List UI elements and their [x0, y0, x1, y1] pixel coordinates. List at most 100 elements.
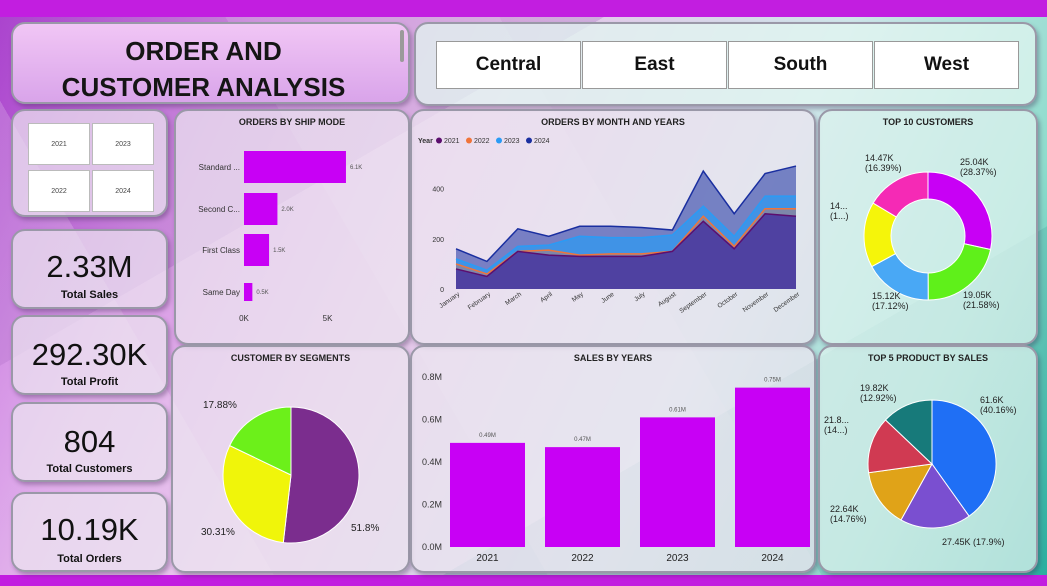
y-tick-label: 0.8M [422, 372, 442, 382]
category-label: Standard ... [199, 163, 240, 172]
kpi-value: 2.33M [46, 249, 133, 284]
x-tick-label: 5K [323, 314, 333, 323]
legend-label: 2024 [534, 138, 550, 145]
legend-title: Year [418, 138, 433, 145]
data-label: 0.47M [574, 437, 591, 443]
kpi-value: 804 [63, 424, 116, 459]
kpi-card-total-orders: 10.19K Total Orders [11, 492, 168, 572]
chart-title: TOP 10 CUSTOMERS [882, 117, 974, 127]
year-button-2024[interactable]: 2024 [92, 170, 154, 212]
chart-title: TOP 5 PRODUCT BY SALES [867, 353, 989, 363]
pie-slice [282, 406, 360, 544]
ship-mode-bar [244, 193, 278, 225]
category-label: Second C... [198, 205, 240, 214]
data-label: 0.61M [669, 407, 686, 413]
year-button-2021[interactable]: 2021 [28, 123, 90, 165]
chart-title: ORDERS BY MONTH AND YEARS [541, 117, 685, 127]
legend-marker [496, 137, 502, 144]
data-label: 0.49M [479, 433, 496, 439]
category-label: First Class [202, 246, 240, 255]
sales-years-panel: SALES BY YEARS 0.0M 0.2M 0.4M 0.6M 0.8M 0.49M… [410, 345, 816, 573]
legend-label: 2022 [474, 138, 490, 145]
data-label: 61.6K (40.16%) [980, 395, 1017, 415]
top10-customers-panel: TOP 10 CUSTOMERS 25.04K (28.37%) 19.05K (21… [818, 109, 1038, 345]
kpi-value: 292.30K [31, 337, 148, 372]
data-label: 1.5K [273, 248, 285, 254]
y-tick-label: 0.2M [422, 500, 442, 510]
top10-customers-chart: 25.04K (28.37%)19.05K (21.58%)15.12K (17.12… [830, 153, 1000, 311]
x-tick-label: May [571, 290, 586, 303]
top5-products-chart: 61.6K (40.16%) 27.45K (17.9%) 22.64K (14.76%… [824, 383, 1017, 547]
chart-title: SALES BY YEARS [573, 353, 653, 363]
kpi-card-total-profit: 292.30K Total Profit [11, 315, 168, 395]
year-button-2023[interactable]: 2023 [92, 123, 154, 165]
bottom-bar [0, 575, 1047, 586]
x-tick-label: 0K [239, 314, 249, 323]
region-button-central[interactable]: Central [436, 41, 581, 89]
data-label: 0.75M [764, 378, 781, 384]
pie-slice [927, 171, 993, 251]
x-tick-label: October [716, 290, 740, 309]
data-label: 27.45K (17.9%) [942, 537, 1005, 547]
ship-mode-bar [244, 151, 346, 183]
year-button-2022[interactable]: 2022 [28, 170, 90, 212]
ship-mode-panel: ORDERS BY SHIP MODE Standard ... 6.1K Seco… [174, 109, 410, 345]
kpi-card-total-customers: 804 Total Customers [11, 402, 168, 482]
x-tick-label: March [504, 291, 523, 307]
legend-marker [526, 137, 532, 144]
title-panel: ORDER AND CUSTOMER ANALYSIS [11, 22, 410, 104]
year-slicer-panel: 2021 2023 2022 2024 [11, 109, 168, 217]
y-tick-label: 0.4M [422, 457, 442, 467]
x-tick-label: December [773, 290, 802, 313]
kpi-value: 10.19K [40, 512, 139, 547]
region-button-east[interactable]: East [582, 41, 727, 89]
data-label: 30.31% [201, 527, 235, 538]
kpi-label: Total Sales [60, 289, 119, 301]
orders-month-chart: Year 2021 2022 2023 20240200400January Februa… [418, 137, 802, 315]
sales-years-chart: 0.0M 0.2M 0.4M 0.6M 0.8M 0.49M 2021 0.47M 2022 0.… [422, 372, 810, 564]
legend-marker [436, 137, 442, 144]
chart-title: ORDERS BY SHIP MODE [238, 117, 346, 127]
x-tick-label: 2024 [761, 553, 784, 564]
y-tick-label: 200 [432, 237, 444, 244]
data-label: 0.5K [256, 290, 268, 296]
data-label: 19.05K (21.58%) [963, 290, 1000, 310]
kpi-label: Total Profit [60, 376, 119, 388]
sales-bar [545, 447, 620, 547]
segments-chart: 51.8% 30.31% 17.88% [201, 400, 379, 544]
data-label: 22.64K (14.76%) [830, 504, 867, 524]
x-tick-label: 2023 [666, 553, 689, 564]
sales-bar [735, 387, 810, 547]
kpi-card-total-sales: 2.33M Total Sales [11, 229, 168, 309]
page-title-line1: ORDER AND [125, 36, 282, 66]
x-tick-label: September [678, 290, 709, 314]
data-label: 21.8... (14...) [824, 415, 849, 435]
data-label: 14... (1...) [830, 201, 849, 221]
x-tick-label: June [600, 291, 616, 305]
top5-products-panel: TOP 5 PRODUCT BY SALES 61.6K (40.16%) 27.4… [818, 345, 1038, 573]
data-label: 51.8% [351, 523, 379, 534]
data-label: 2.0K [281, 207, 293, 213]
legend-label: 2023 [504, 138, 520, 145]
y-tick-label: 0 [440, 287, 444, 294]
chart-title: CUSTOMER BY SEGMENTS [230, 353, 351, 363]
region-button-south[interactable]: South [728, 41, 873, 89]
region-button-west[interactable]: West [874, 41, 1019, 89]
x-tick-label: February [467, 290, 493, 311]
sales-bar [640, 417, 715, 547]
y-tick-label: 0.6M [422, 415, 442, 425]
kpi-label: Total Orders [57, 553, 122, 565]
data-label: 25.04K (28.37%) [960, 157, 997, 177]
ship-mode-bar [244, 234, 270, 266]
x-tick-label: July [633, 290, 647, 303]
legend-marker [466, 137, 472, 144]
x-tick-label: November [742, 290, 771, 313]
y-tick-label: 0.0M [422, 542, 442, 552]
ship-mode-chart: Standard ... 6.1K Second C... 2.0K First Cla… [198, 151, 362, 323]
y-tick-label: 400 [432, 187, 444, 194]
legend-label: 2021 [444, 138, 460, 145]
segments-panel: CUSTOMER BY SEGMENTS 51.8% 30.31% 17.88% [171, 345, 410, 573]
data-label: 17.88% [203, 400, 237, 411]
kpi-label: Total Customers [46, 463, 133, 475]
title-scrollbar[interactable] [400, 30, 404, 62]
